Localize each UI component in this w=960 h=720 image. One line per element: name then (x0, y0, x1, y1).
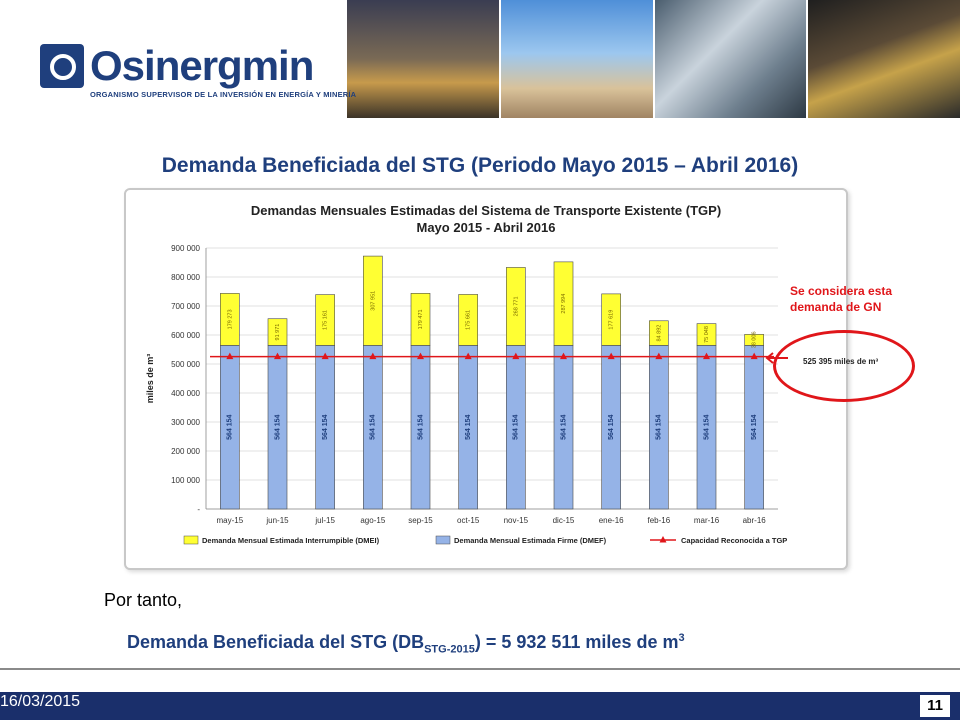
data-label-firm: 564 154 (227, 414, 234, 439)
chart-title-line2: Mayo 2015 - Abril 2016 (417, 220, 556, 235)
header-photo-strip (345, 0, 960, 118)
slide-title: Demanda Beneficiada del STG (Periodo May… (161, 154, 799, 177)
osinergmin-logo: Osinergmin (40, 42, 314, 90)
legend-swatch-interruptible (183, 535, 199, 545)
stacked-bar-chart: Demandas Mensuales Estimadas del Sistema… (145, 203, 787, 545)
data-label-firm: 564 154 (417, 414, 424, 439)
data-label-interruptible: 75 048 (704, 326, 710, 343)
data-label-interruptible: 175 661 (466, 310, 472, 330)
x-tick-label: may-15 (216, 516, 243, 525)
x-tick-label: jun-15 (265, 516, 289, 525)
data-label-firm: 564 154 (703, 414, 710, 439)
logo-mark-icon (40, 44, 84, 88)
legend-label-firm: Demanda Mensual Estimada Firme (DMEF) (454, 536, 607, 545)
result-subscript: STG-2015 (424, 643, 475, 656)
y-tick-label: 100 000 (171, 476, 200, 485)
y-tick-label: 200 000 (171, 447, 200, 456)
result-statement: Demanda Beneficiada del STG (DBSTG-2015)… (127, 632, 685, 656)
footer-divider (0, 668, 960, 690)
chart-frame: Demandas Mensuales Estimadas del Sistema… (124, 188, 848, 570)
data-label-firm: 564 154 (608, 414, 615, 439)
x-tick-label: ene-16 (599, 516, 624, 525)
data-label-interruptible: 84 892 (656, 325, 662, 342)
x-tick-label: oct-15 (457, 516, 480, 525)
x-tick-label: ago-15 (360, 516, 385, 525)
legend-label-interruptible: Demanda Mensual Estimada Interrumpible (… (202, 536, 380, 545)
data-label-firm: 564 154 (513, 414, 520, 439)
y-tick-label: 800 000 (171, 273, 200, 282)
footer-date: 16/03/2015 (0, 693, 81, 710)
y-tick-label: 400 000 (171, 389, 200, 398)
data-label-interruptible: 38 006 (752, 331, 758, 348)
y-tick-label: 600 000 (171, 331, 200, 340)
x-tick-label: dic-15 (553, 516, 575, 525)
result-prefix: Demanda Beneficiada del STG (DB (127, 632, 425, 652)
data-label-firm: 564 154 (560, 414, 567, 439)
conclusion-prefix: Por tanto, (104, 590, 183, 610)
data-label-interruptible: 91 971 (275, 324, 281, 341)
callout-text: Se considera esta demanda de GN (790, 284, 893, 314)
data-label-interruptible: 175 161 (323, 310, 329, 330)
y-axis-label: miles de m³ (145, 354, 155, 404)
x-tick-label: nov-15 (504, 516, 529, 525)
callout-value: 525 395 miles de m³ (803, 357, 879, 366)
logo-text: Osinergmin (90, 42, 314, 89)
legend-label-capacity: Capacidad Reconocida a TGP (681, 536, 787, 545)
x-tick-label: abr-16 (743, 516, 767, 525)
data-label-firm: 564 154 (465, 414, 472, 439)
result-suffix: ) = 5 932 511 miles de m (474, 632, 679, 652)
data-label-interruptible: 307 951 (370, 291, 376, 311)
y-tick-label: - (197, 505, 200, 514)
legend-swatch-firm (435, 535, 451, 545)
power-lines-photo (347, 0, 499, 118)
y-tick-label: 300 000 (171, 418, 200, 427)
page-number: 11 (920, 695, 950, 717)
data-label-firm: 564 154 (751, 414, 758, 439)
data-label-firm: 564 154 (322, 414, 329, 439)
x-tick-label: feb-16 (647, 516, 670, 525)
data-label-interruptible: 287 994 (561, 294, 567, 314)
chart-title-line1: Demandas Mensuales Estimadas del Sistema… (251, 203, 721, 218)
x-tick-label: sep-15 (408, 516, 433, 525)
data-label-interruptible: 179 273 (227, 309, 233, 329)
logo-subtitle: ORGANISMO SUPERVISOR DE LA INVERSIÓN EN … (90, 90, 357, 99)
data-label-firm: 564 154 (656, 414, 663, 439)
data-label-interruptible: 177 619 (609, 310, 615, 330)
result-superscript: 3 (678, 632, 685, 644)
footer-bar (0, 692, 960, 720)
oil-rig-photo (500, 0, 653, 118)
mining-tunnel-photo (808, 0, 960, 118)
data-label-firm: 564 154 (274, 414, 281, 439)
x-tick-label: jul-15 (314, 516, 335, 525)
data-label-interruptible: 268 771 (513, 296, 519, 316)
pipeline-welding-photo (654, 0, 807, 118)
x-tick-label: mar-16 (694, 516, 720, 525)
callout-arrow-icon (765, 352, 788, 364)
callout-ellipse (773, 330, 915, 402)
y-tick-label: 500 000 (171, 360, 200, 369)
y-tick-label: 700 000 (171, 302, 200, 311)
data-label-firm: 564 154 (370, 414, 377, 439)
data-label-interruptible: 179 471 (418, 309, 424, 329)
y-tick-label: 900 000 (171, 244, 200, 253)
